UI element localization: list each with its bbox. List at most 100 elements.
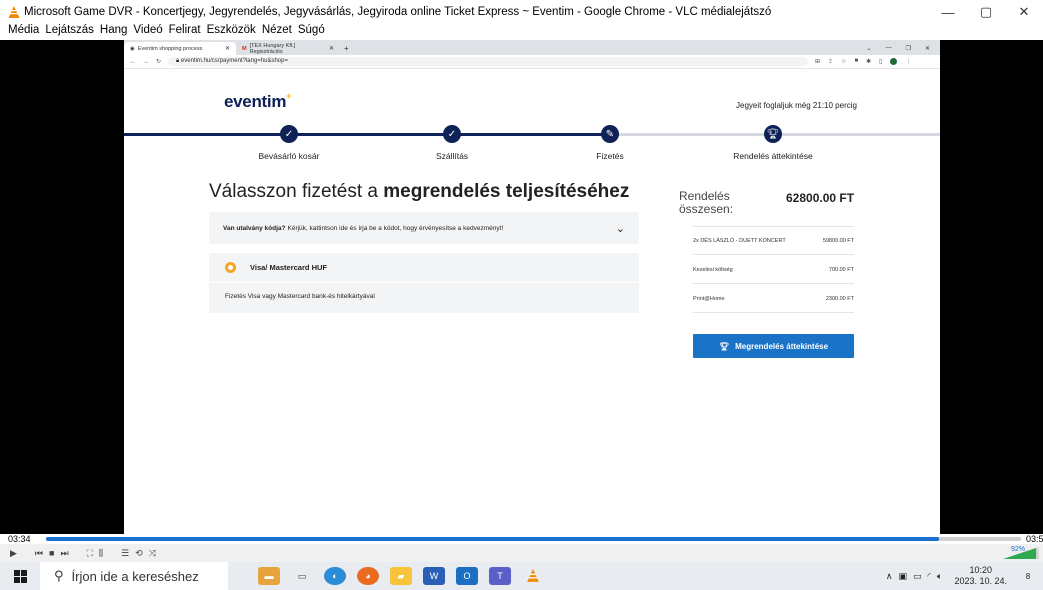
step-review-trophy-icon: 🏆︎ — [764, 125, 782, 143]
clock-date: 2023. 10. 24. — [954, 576, 1007, 586]
chevron-down-icon[interactable]: ⌄ — [867, 45, 872, 52]
step-label-review: Rendelés áttekintése — [733, 151, 813, 161]
divider — [209, 282, 639, 283]
extended-settings-icon[interactable]: ⫼ — [99, 548, 103, 559]
browser-tab-gmail[interactable]: M [TEX Hungary Kft.] Regisztrációs ✕ — [236, 42, 340, 55]
puzzle-icon[interactable]: ✱ — [866, 58, 871, 65]
menu-view[interactable]: Nézet — [262, 24, 292, 40]
minimize-icon[interactable]: — — [886, 45, 892, 52]
wifi-icon[interactable]: ◜ — [928, 571, 932, 582]
step-label-payment: Fizetés — [596, 151, 624, 161]
share-icon[interactable]: ⇪ — [828, 58, 833, 65]
lock-icon: 🔒︎ — [176, 58, 180, 64]
menu-subtitle[interactable]: Felirat — [169, 24, 201, 40]
menu-audio[interactable]: Hang — [100, 24, 128, 40]
step-shipping-check-icon: ✓ — [443, 125, 461, 143]
chrome-favicon-icon: ◉ — [130, 45, 135, 52]
video-area[interactable]: ◉ Eventim shopping process ✕ M [TEX Hung… — [0, 40, 1043, 534]
summary-row-label: 2x DÉS LÁSZLÓ - DUETT KONCERT — [693, 238, 786, 244]
back-arrow-icon[interactable]: ← — [130, 59, 136, 65]
summary-row-value: 2300.00 FT — [825, 296, 854, 302]
taskbar-teams-icon[interactable]: T — [489, 567, 511, 585]
star-icon[interactable]: ☆ — [841, 58, 846, 65]
notification-count: 8 — [1025, 571, 1031, 581]
taskbar-app-store-icon[interactable]: ▬ — [258, 567, 280, 585]
new-tab-icon[interactable]: + — [344, 44, 349, 55]
address-bar[interactable]: 🔒︎ eventim.hu/cs/payment?lang=hu&shop= — [168, 57, 809, 66]
search-icon: ⚲ — [54, 568, 64, 583]
window-title: Microsoft Game DVR - Koncertjegy, Jegyre… — [24, 6, 772, 18]
chevron-up-icon[interactable]: ∧ — [886, 571, 893, 582]
menu-media[interactable]: Média — [8, 24, 39, 40]
maximize-button[interactable]: ▢ — [967, 4, 1005, 20]
review-order-button-label: Megrendelés áttekintése — [735, 341, 829, 351]
trophy-icon: 🏆︎ — [718, 341, 730, 351]
current-time: 03:34 — [8, 534, 31, 544]
browser-window-controls: ⌄ — ❐ ✕ — [867, 45, 940, 55]
profile-avatar[interactable] — [890, 58, 898, 65]
seek-slider[interactable] — [46, 537, 1021, 541]
chevron-down-icon[interactable]: ⌄ — [616, 222, 625, 235]
reload-icon[interactable]: ↻ — [156, 58, 161, 65]
page-title: Válasszon fizetést a megrendelés teljesí… — [209, 181, 629, 203]
minimize-button[interactable]: — — [929, 5, 967, 20]
gmail-icon: M — [242, 45, 247, 52]
taskbar-vlc-icon[interactable] — [522, 567, 544, 585]
next-icon[interactable]: ⏭ — [60, 548, 68, 559]
meet-now-icon[interactable]: ▣ — [899, 571, 908, 582]
vlc-menu-bar: Média Lejátszás Hang Videó Felirat Eszkö… — [0, 24, 1043, 40]
menu-tools[interactable]: Eszközök — [207, 24, 256, 40]
payment-radio-selected[interactable] — [225, 262, 236, 273]
taskbar-task-view-icon[interactable]: ▭ — [291, 567, 313, 585]
payment-method-name: Visa/ Mastercard HUF — [250, 263, 327, 272]
vlc-cone-icon — [9, 6, 19, 18]
sidepanel-icon[interactable]: ▯ — [879, 58, 882, 65]
loop-icon[interactable]: ⟲ — [135, 548, 143, 559]
close-icon[interactable]: ✕ — [925, 45, 930, 52]
taskbar-file-explorer-icon[interactable]: ▰ — [390, 567, 412, 585]
eventim-logo[interactable]: eventim+ — [224, 91, 291, 112]
total-time: 03:5 — [1026, 534, 1043, 544]
battery-icon[interactable]: ▭ — [913, 571, 922, 582]
stop-icon[interactable]: ■ — [49, 548, 54, 558]
review-order-button[interactable]: 🏆︎ Megrendelés áttekintése — [693, 334, 854, 358]
browser-tab-eventim[interactable]: ◉ Eventim shopping process ✕ — [124, 42, 236, 55]
menu-playback[interactable]: Lejátszás — [45, 24, 94, 40]
taskbar-word-icon[interactable]: W — [423, 567, 445, 585]
taskbar-search[interactable]: ⚲ Írjon ide a kereséshez — [40, 562, 228, 590]
fullscreen-icon[interactable]: ⛶ — [87, 548, 93, 559]
previous-icon[interactable]: ⏮ — [35, 548, 43, 559]
taskbar-clock[interactable]: 10:20 2023. 10. 24. — [954, 565, 1007, 587]
close-button[interactable]: ✕ — [1005, 4, 1043, 20]
tab-close-icon[interactable]: ✕ — [329, 45, 334, 52]
menu-video[interactable]: Videó — [133, 24, 162, 40]
extension-icons: ⊞ ⇪ ☆ ■ ✱ ▯ ⋮ — [815, 58, 911, 65]
volume-label: 92% — [1011, 546, 1026, 553]
url-text: eventim.hu/cs/payment?lang=hu&shop= — [180, 58, 288, 64]
start-button[interactable] — [0, 562, 40, 590]
restore-icon[interactable]: ❐ — [906, 45, 911, 52]
voucher-toggle[interactable]: Van utalvány kódja? Kérjük, kattintson i… — [209, 212, 639, 244]
tab-close-icon[interactable]: ✕ — [225, 45, 230, 52]
forward-arrow-icon[interactable]: → — [143, 59, 149, 65]
taskbar-edge-icon[interactable]: ◐ — [324, 567, 346, 585]
notification-center-icon[interactable]: 8 — [1019, 567, 1037, 585]
shuffle-icon[interactable]: ⤨ — [149, 548, 156, 559]
summary-row-handling-fee: Kezelési költség 700.00 FT — [693, 267, 854, 273]
play-icon[interactable]: ▶ — [10, 548, 17, 559]
summary-row-tickets: 2x DÉS LÁSZLÓ - DUETT KONCERT 59800.00 F… — [693, 238, 854, 244]
volume-slider[interactable]: 92% — [1003, 546, 1039, 560]
payment-method-header[interactable]: Visa/ Mastercard HUF — [225, 262, 327, 273]
taskbar-firefox-icon[interactable]: ◕ — [357, 567, 379, 585]
extension-icon[interactable]: ■ — [854, 58, 858, 65]
summary-row-value: 59800.00 FT — [822, 238, 854, 244]
menu-help[interactable]: Súgó — [298, 24, 325, 40]
translate-icon[interactable]: ⊞ — [815, 58, 820, 65]
order-total-value: 62800.00 FT — [786, 191, 855, 205]
speaker-icon[interactable]: 🔈︎ — [937, 571, 942, 582]
payment-method-card[interactable]: Visa/ Mastercard HUF Fizetés Visa vagy M… — [209, 253, 639, 313]
taskbar-outlook-icon[interactable]: O — [456, 567, 478, 585]
seek-slider-fill — [46, 537, 940, 541]
more-menu-icon[interactable]: ⋮ — [905, 58, 911, 65]
playlist-icon[interactable]: ☰ — [121, 548, 129, 559]
